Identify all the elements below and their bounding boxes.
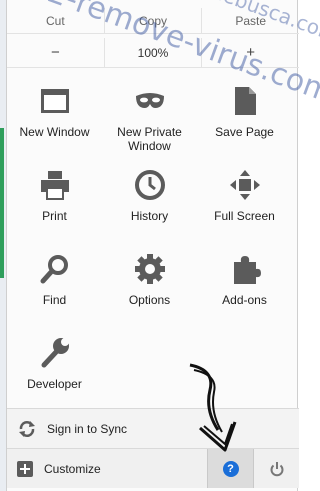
window-icon [40, 89, 69, 113]
print-button[interactable]: Print [7, 164, 102, 248]
background-page-accent [0, 128, 4, 278]
zoom-reset-button[interactable]: 100% [105, 38, 203, 67]
print-label: Print [42, 209, 67, 223]
customize-label: Customize [44, 461, 101, 476]
options-button[interactable]: Options [102, 248, 197, 332]
help-icon: ? [222, 460, 239, 477]
developer-label: Developer [27, 377, 82, 391]
find-label: Find [42, 293, 67, 307]
help-button[interactable]: ? [207, 449, 253, 488]
add-ons-button[interactable]: Add-ons [197, 248, 292, 332]
full-screen-button[interactable]: Full Screen [197, 164, 292, 248]
new-window-button[interactable]: New Window [7, 80, 102, 164]
sync-label: Sign in to Sync [47, 421, 128, 436]
page-icon [234, 87, 256, 115]
mask-icon [135, 93, 164, 108]
customize-button[interactable]: Customize [7, 449, 207, 488]
menu-footer: Customize ? [7, 448, 299, 488]
clock-icon [134, 170, 165, 200]
save-page-button[interactable]: Save Page [197, 80, 292, 164]
printer-icon [40, 171, 69, 200]
browser-menu-panel: Cut Copy Paste − 100% + New Window New P… [6, 0, 299, 491]
sign-in-to-sync-button[interactable]: Sign in to Sync [7, 408, 299, 448]
menu-grid: New Window New Private Window Save Page … [7, 80, 299, 416]
quit-button[interactable] [253, 449, 299, 488]
history-button[interactable]: History [102, 164, 197, 248]
power-icon [270, 461, 283, 476]
save-page-label: Save Page [215, 125, 274, 139]
wrench-icon [41, 338, 69, 368]
magnifier-icon [40, 255, 68, 284]
options-label: Options [128, 293, 171, 307]
add-ons-label: Add-ons [222, 293, 267, 307]
gear-icon [134, 254, 165, 284]
developer-button[interactable]: Developer [7, 332, 102, 416]
new-private-window-label: New Private Window [117, 125, 182, 153]
edit-controls: Cut Copy Paste [7, 8, 299, 34]
cut-button[interactable]: Cut [7, 8, 105, 33]
zoom-controls: − 100% + [7, 38, 299, 68]
copy-button[interactable]: Copy [105, 8, 203, 33]
new-window-label: New Window [19, 125, 90, 139]
new-private-window-button[interactable]: New Private Window [102, 80, 197, 164]
find-button[interactable]: Find [7, 248, 102, 332]
full-screen-label: Full Screen [214, 209, 275, 223]
plus-icon [17, 460, 33, 477]
puzzle-icon [233, 256, 261, 284]
sync-icon [19, 420, 35, 437]
zoom-in-button[interactable]: + [202, 38, 299, 67]
fullscreen-icon [229, 170, 260, 200]
zoom-out-button[interactable]: − [7, 38, 105, 67]
paste-button[interactable]: Paste [202, 8, 299, 33]
history-label: History [130, 209, 169, 223]
